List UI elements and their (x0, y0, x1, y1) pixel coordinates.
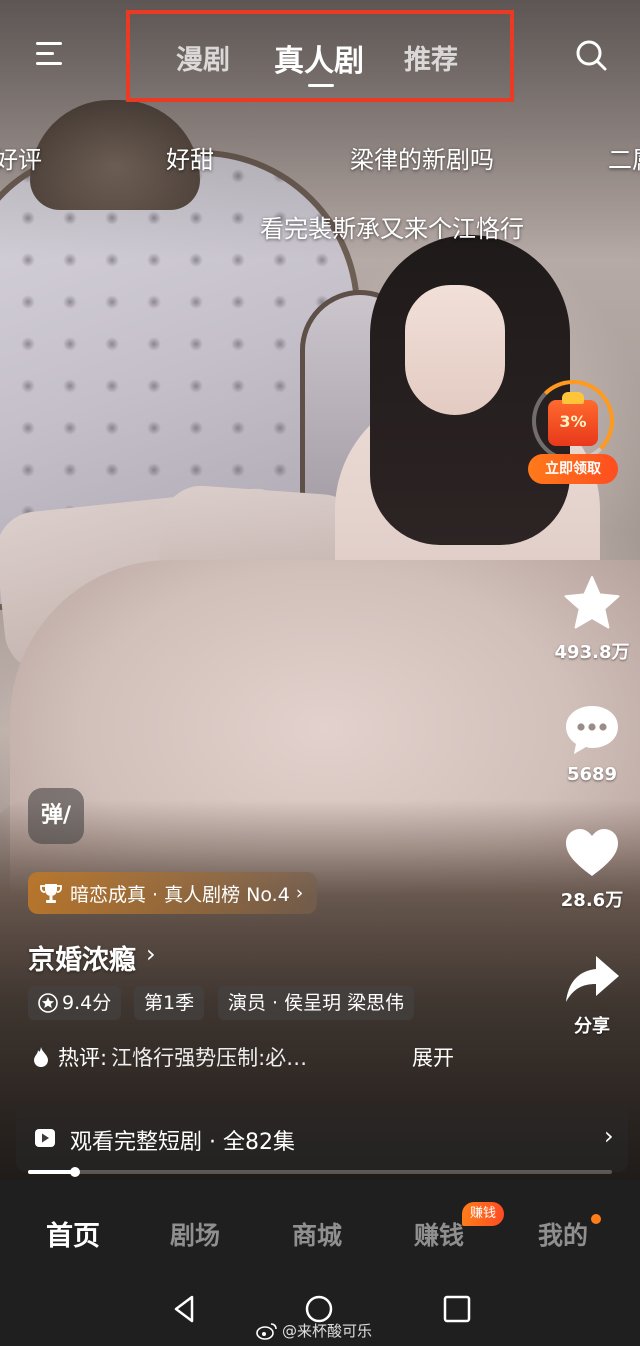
ranking-text: 暗恋成真 · 真人剧榜 No.4 (70, 883, 290, 906)
ranking-badge[interactable]: 暗恋成真 · 真人剧榜 No.4 › (28, 872, 318, 914)
rating-tag: 9.4分 (28, 986, 122, 1020)
active-tab-indicator (308, 84, 334, 87)
tab-manju[interactable]: 漫剧 (176, 38, 230, 77)
hot-review-label: 热评: (58, 1046, 108, 1070)
actress-face (405, 285, 505, 415)
season-tag: 第1季 (134, 986, 205, 1020)
nav-mall[interactable]: 商城 (292, 1216, 342, 1252)
chevron-right-icon: › (295, 882, 304, 904)
favorite-count: 493.8万 (554, 642, 630, 663)
heart-icon (566, 829, 618, 876)
chevron-right-icon: › (604, 1122, 614, 1150)
share-button[interactable]: 分享 (542, 952, 640, 1038)
expand-button[interactable]: 展开 (412, 1042, 454, 1072)
nav-home[interactable]: 首页 (46, 1214, 100, 1253)
tab-live-action[interactable]: 真人剧 (274, 36, 364, 80)
back-triangle-icon[interactable] (170, 1294, 200, 1324)
play-icon (35, 1129, 55, 1147)
menu-icon[interactable] (34, 38, 66, 70)
danmaku-comment: 好评 (0, 146, 42, 174)
show-title[interactable]: 京婚浓瘾 (28, 938, 136, 977)
share-label: 分享 (574, 1016, 610, 1037)
watch-full-series-text: 观看完整短剧 · 全82集 (70, 1130, 295, 1155)
danmaku-comment: 梁律的新剧吗 (350, 146, 494, 174)
reward-amount: 3% (559, 412, 587, 431)
danmaku-comment: 好甜 (166, 146, 214, 174)
playback-progress-bar[interactable] (28, 1167, 612, 1177)
reward-widget[interactable]: 3% 立即领取 (528, 380, 618, 490)
tab-recommend[interactable]: 推荐 (404, 38, 458, 77)
claim-now-button[interactable]: 立即领取 (528, 454, 618, 484)
chevron-right-icon[interactable]: › (146, 940, 156, 968)
hot-review[interactable]: 热评: 江恪行强势压制:必… (32, 1042, 307, 1072)
like-count: 28.6万 (560, 890, 624, 911)
red-envelope-icon: 3% (548, 392, 598, 446)
nav-earn[interactable]: 赚钱 (414, 1216, 464, 1252)
playback-progress-fill (28, 1170, 75, 1174)
notification-dot (591, 1214, 601, 1224)
weibo-logo-icon (256, 1322, 277, 1340)
comment-count: 5689 (566, 764, 618, 785)
comment-icon (566, 706, 618, 754)
comment-button[interactable]: 5689 (542, 702, 640, 785)
danmaku-comment: 看完裴斯承又来个江恪行 (260, 215, 524, 243)
search-icon[interactable] (574, 38, 608, 72)
playback-scrubber-handle[interactable] (69, 1167, 80, 1177)
watch-full-series-bar[interactable]: 观看完整短剧 · 全82集 › (16, 1104, 628, 1172)
nav-theater[interactable]: 剧场 (170, 1216, 220, 1252)
cast-tag[interactable]: 演员 · 侯呈玥 梁思伟 (218, 986, 415, 1020)
rating-value: 9.4分 (62, 992, 112, 1014)
hot-review-text: 江恪行强势压制:必… (111, 1046, 308, 1070)
favorite-button[interactable]: 493.8万 (542, 574, 640, 664)
danmaku-toggle-button[interactable]: 弹/ (28, 788, 84, 844)
share-icon (566, 956, 619, 1002)
watermark-text: @来杯酸可乐 (282, 1322, 373, 1340)
danmaku-comment: 二属 (608, 146, 640, 174)
star-icon (564, 576, 620, 629)
like-button[interactable]: 28.6万 (542, 826, 640, 912)
trophy-icon (40, 884, 62, 903)
earn-badge: 赚钱 (462, 1202, 505, 1226)
weibo-watermark: @来杯酸可乐 (256, 1320, 372, 1341)
nav-mine[interactable]: 我的 (538, 1216, 588, 1252)
flame-icon (34, 1047, 48, 1067)
recents-square-icon[interactable] (442, 1294, 472, 1324)
rating-star-icon (38, 993, 58, 1013)
